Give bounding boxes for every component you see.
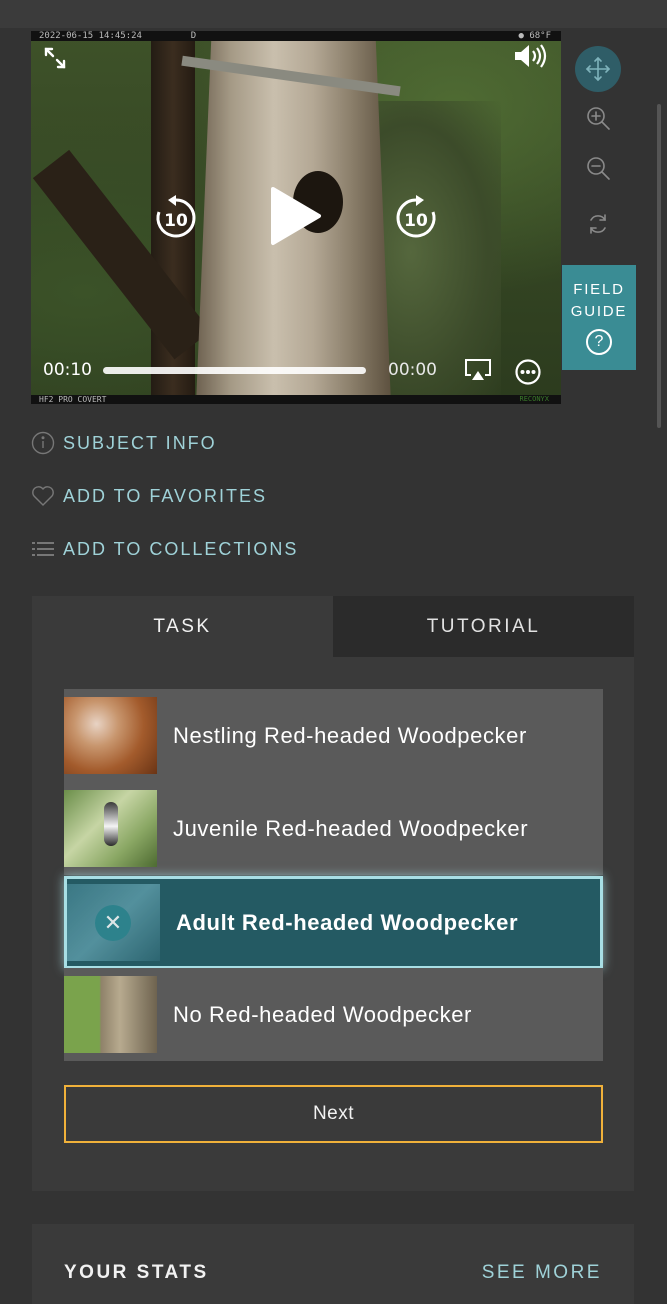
rewind-seconds: 10 [164,211,188,231]
choice-label: Adult Red-headed Woodpecker [176,909,519,935]
move-icon [585,56,611,82]
juvenile-thumbnail [64,790,157,867]
camera-model-bar: HF2 PRO COVERT RECONYX [31,395,561,404]
subject-info-link[interactable]: SUBJECT INFO [31,431,217,455]
forward-10-icon: 10 [396,195,436,238]
add-to-favorites-label: ADD TO FAVORITES [63,485,268,506]
move-tool-button[interactable] [575,46,621,92]
info-icon [31,431,55,455]
next-button[interactable]: Next [64,1085,603,1143]
rotate-icon [590,214,606,234]
video-player[interactable]: 2022-06-15 14:45:24 D ● 68°F HF2 PRO COV… [31,31,561,404]
camera-info-bar: 2022-06-15 14:45:24 D ● 68°F [31,31,561,41]
add-to-collections-label: ADD TO COLLECTIONS [63,538,299,559]
stats-title: YOUR STATS [64,1262,209,1283]
choice-label: Juvenile Red-headed Woodpecker [173,815,529,841]
field-guide-button[interactable]: FIELD GUIDE ? [562,265,636,370]
zoom-out-button[interactable] [575,145,621,191]
choice-label: No Red-headed Woodpecker [173,1001,472,1027]
forward-10-button[interactable]: 10 [391,193,441,243]
camera-mode: D [190,31,197,41]
play-icon [271,187,321,245]
zoom-out-icon [587,157,610,180]
tab-tutorial[interactable]: TUTORIAL [333,596,634,657]
deselect-x-icon[interactable]: ✕ [95,905,131,941]
choice-adult[interactable]: ✕ Adult Red-headed Woodpecker [64,876,603,969]
stats-panel: YOUR STATS SEE MORE [32,1224,634,1304]
time-elapsed: 00:10 [43,360,92,380]
tab-task[interactable]: TASK [32,596,333,657]
field-guide-label-2: GUIDE [570,303,628,320]
choice-nestling[interactable]: Nestling Red-headed Woodpecker [64,689,603,782]
volume-button[interactable] [511,41,551,71]
heart-icon [31,484,55,508]
zoom-in-button[interactable] [575,95,621,141]
choice-label: Nestling Red-headed Woodpecker [173,722,527,748]
field-guide-label-1: FIELD [573,281,625,298]
fullscreen-button[interactable] [39,43,71,73]
see-more-link[interactable]: SEE MORE [482,1262,602,1284]
top-bar [0,0,667,28]
subject-info-label: SUBJECT INFO [63,432,217,453]
choice-juvenile[interactable]: Juvenile Red-headed Woodpecker [64,782,603,875]
expand-icon [44,47,66,69]
add-to-collections-link[interactable]: ADD TO COLLECTIONS [31,537,298,561]
more-options-button[interactable] [513,357,543,387]
camera-timestamp: 2022-06-15 14:45:24 [39,31,142,41]
replay-10-icon: 10 [156,195,196,238]
more-icon [515,359,541,385]
camera-temperature: 68°F [529,31,551,41]
camera-brand: RECONYX [519,395,549,403]
rotate-button[interactable] [575,201,621,247]
rewind-10-button[interactable]: 10 [151,193,201,243]
list-icon [31,537,55,561]
add-to-favorites-link[interactable]: ADD TO FAVORITES [31,484,267,508]
volume-icon [515,44,547,68]
time-remaining: 00:00 [388,360,437,380]
help-icon: ? [586,329,612,355]
choice-none[interactable]: No Red-headed Woodpecker [64,968,603,1061]
adult-thumbnail: ✕ [67,884,160,961]
progress-bar[interactable] [103,367,366,374]
nestling-thumbnail [64,697,157,774]
airplay-button[interactable] [463,357,493,383]
airplay-icon [465,359,491,380]
play-button[interactable] [263,181,327,251]
none-thumbnail [64,976,157,1053]
page-scrollbar[interactable] [657,104,661,428]
camera-model: HF2 PRO COVERT [39,395,107,404]
forward-seconds: 10 [404,211,428,231]
zoom-in-icon [587,107,610,130]
task-tabs: TASK TUTORIAL [32,596,634,657]
